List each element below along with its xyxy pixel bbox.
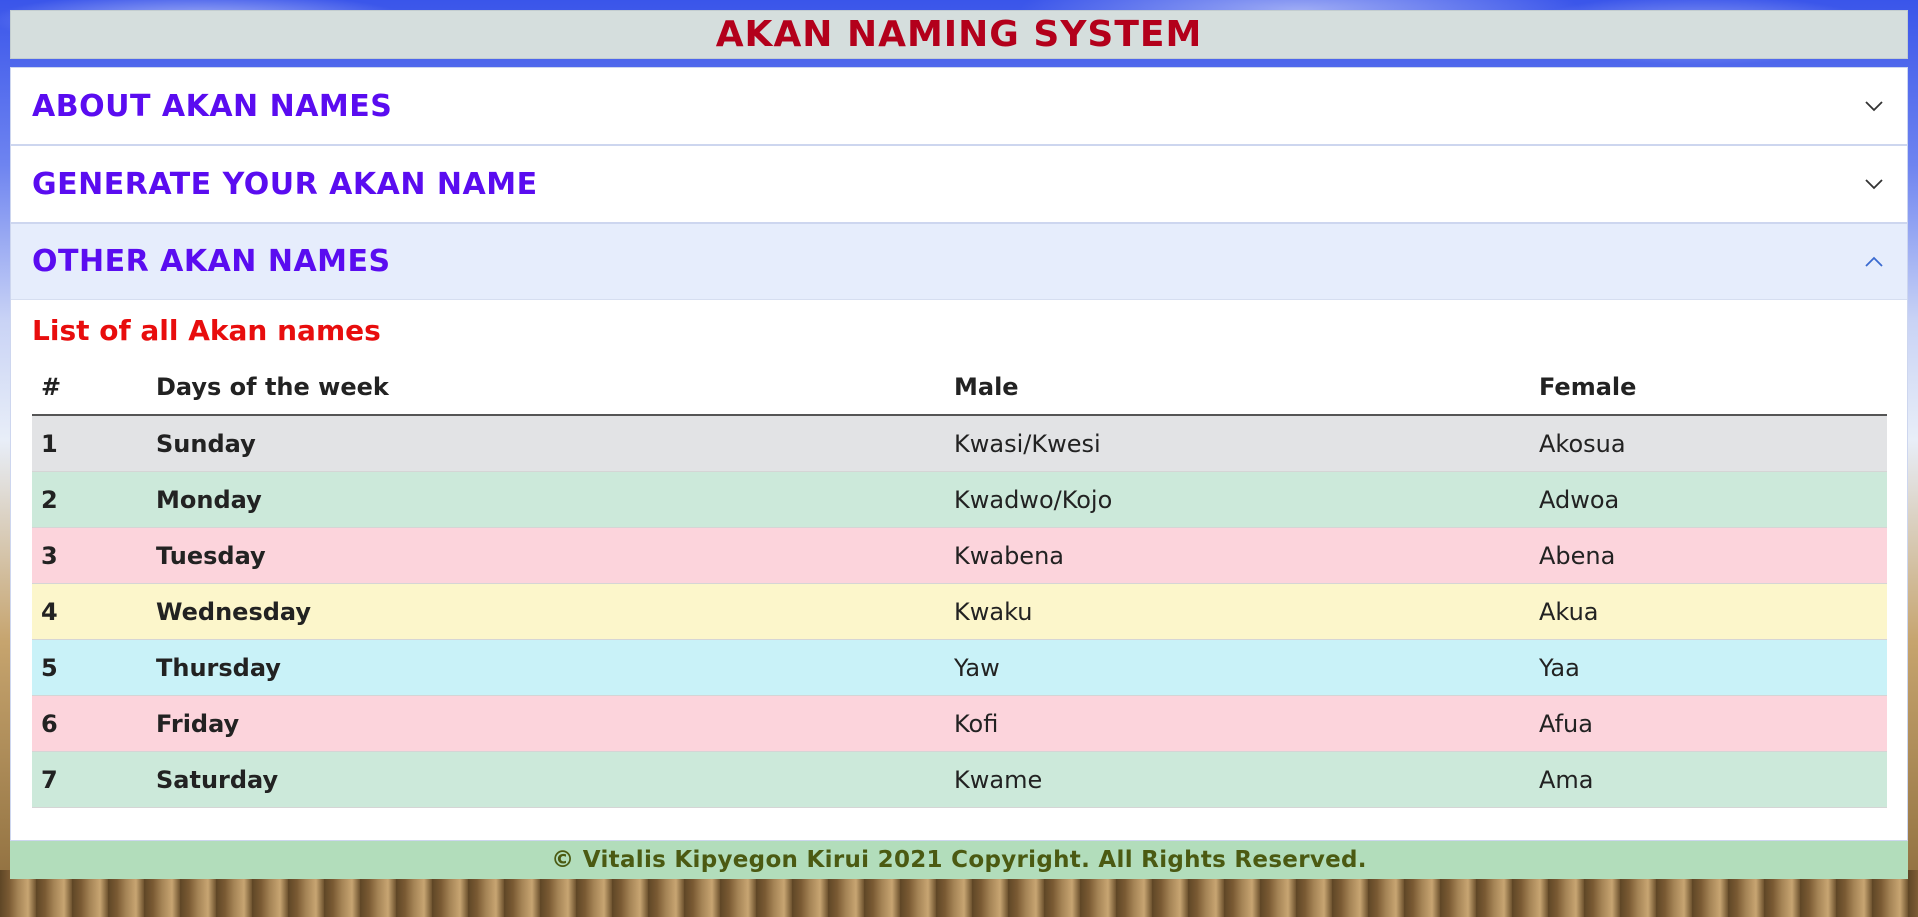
table-row: 4 Wednesday Kwaku Akua — [32, 583, 1887, 640]
table-row: 7 Saturday Kwame Ama — [32, 751, 1887, 808]
table-row: 5 Thursday Yaw Yaa — [32, 639, 1887, 696]
column-header-number: # — [32, 359, 147, 416]
accordion-item-generate: GENERATE YOUR AKAN NAME — [10, 145, 1908, 223]
row-male-name: Kofi — [945, 695, 1530, 752]
row-male-name: Kwabena — [945, 527, 1530, 584]
row-day: Tuesday — [147, 527, 945, 584]
row-female-name: Abena — [1530, 527, 1887, 584]
row-number: 7 — [32, 751, 147, 808]
table-row: 2 Monday Kwadwo/Kojo Adwoa — [32, 471, 1887, 528]
row-day: Monday — [147, 471, 945, 528]
chevron-down-icon — [1863, 95, 1885, 117]
row-number: 2 — [32, 471, 147, 528]
row-female-name: Adwoa — [1530, 471, 1887, 528]
page-container: AKAN NAMING SYSTEM ABOUT AKAN NAMES GENE… — [10, 10, 1908, 879]
names-list-title: List of all Akan names — [32, 314, 381, 347]
accordion-item-other-names: OTHER AKAN NAMES List of all Akan names … — [10, 223, 1908, 841]
accordion-header-generate[interactable]: GENERATE YOUR AKAN NAME — [11, 146, 1907, 222]
row-day: Sunday — [147, 415, 945, 472]
row-number: 4 — [32, 583, 147, 640]
row-day: Friday — [147, 695, 945, 752]
row-male-name: Kwadwo/Kojo — [945, 471, 1530, 528]
row-female-name: Akosua — [1530, 415, 1887, 472]
copyright-text: © Vitalis Kipyegon Kirui 2021 Copyright.… — [551, 847, 1367, 873]
site-footer: © Vitalis Kipyegon Kirui 2021 Copyright.… — [10, 841, 1908, 879]
chevron-down-icon — [1863, 173, 1885, 195]
row-male-name: Yaw — [945, 639, 1530, 696]
row-male-name: Kwaku — [945, 583, 1530, 640]
page-title: AKAN NAMING SYSTEM — [715, 14, 1203, 55]
accordion-header-other-names[interactable]: OTHER AKAN NAMES — [11, 224, 1907, 300]
column-header-male: Male — [945, 359, 1530, 416]
accordion-header-about[interactable]: ABOUT AKAN NAMES — [11, 68, 1907, 144]
accordion-item-about: ABOUT AKAN NAMES — [10, 67, 1908, 145]
row-male-name: Kwame — [945, 751, 1530, 808]
row-number: 5 — [32, 639, 147, 696]
akan-names-table: # Days of the week Male Female 1 Sunday … — [32, 359, 1887, 808]
site-header: AKAN NAMING SYSTEM — [10, 10, 1908, 59]
row-day: Wednesday — [147, 583, 945, 640]
accordion-title: GENERATE YOUR AKAN NAME — [32, 166, 538, 202]
row-female-name: Ama — [1530, 751, 1887, 808]
column-header-female: Female — [1530, 359, 1887, 416]
row-number: 3 — [32, 527, 147, 584]
accordion: ABOUT AKAN NAMES GENERATE YOUR AKAN NAME… — [10, 67, 1908, 841]
accordion-title: ABOUT AKAN NAMES — [32, 88, 393, 124]
row-female-name: Afua — [1530, 695, 1887, 752]
row-female-name: Yaa — [1530, 639, 1887, 696]
table-header-row: # Days of the week Male Female — [32, 359, 1887, 416]
row-number: 6 — [32, 695, 147, 752]
row-male-name: Kwasi/Kwesi — [945, 415, 1530, 472]
row-female-name: Akua — [1530, 583, 1887, 640]
table-row: 6 Friday Kofi Afua — [32, 695, 1887, 752]
chevron-up-icon — [1863, 251, 1885, 273]
table-row: 3 Tuesday Kwabena Abena — [32, 527, 1887, 584]
row-number: 1 — [32, 415, 147, 472]
accordion-title: OTHER AKAN NAMES — [32, 244, 391, 279]
column-header-day: Days of the week — [147, 359, 945, 416]
accordion-body-other-names: List of all Akan names # Days of the wee… — [11, 300, 1907, 840]
row-day: Saturday — [147, 751, 945, 808]
table-row: 1 Sunday Kwasi/Kwesi Akosua — [32, 415, 1887, 472]
row-day: Thursday — [147, 639, 945, 696]
